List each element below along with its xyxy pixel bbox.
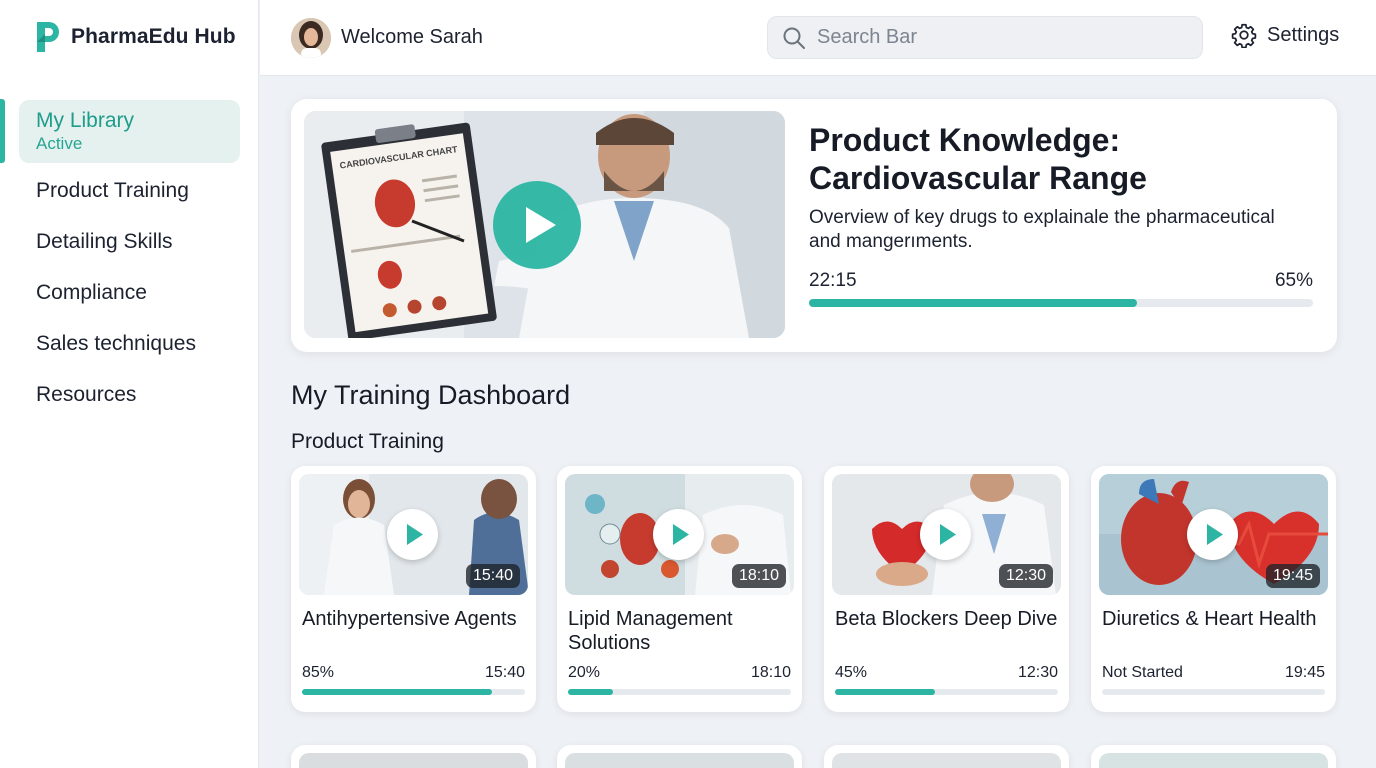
featured-thumbnail: CARDIOVASCULAR CHART <box>304 111 785 338</box>
course-thumbnail <box>299 753 528 768</box>
duration-badge: 12:30 <box>998 564 1053 588</box>
course-card[interactable] <box>824 745 1069 768</box>
course-progress-bar <box>1102 689 1325 695</box>
brand-name: PharmaEdu Hub <box>71 25 236 48</box>
course-progress-label: Not Started <box>1102 664 1183 681</box>
course-card[interactable]: 19:45 Diuretics & Heart Health Not Start… <box>1091 466 1336 712</box>
course-progress-bar <box>568 689 791 695</box>
sidebar-item-label: My Library <box>36 109 135 132</box>
dashboard-title: My Training Dashboard <box>291 380 571 410</box>
play-icon[interactable] <box>387 509 438 560</box>
course-progress-bar <box>302 689 525 695</box>
featured-duration: 22:15 <box>809 270 857 291</box>
active-indicator <box>0 99 5 163</box>
sidebar-item-product-training[interactable]: Product Training <box>36 179 189 203</box>
course-card[interactable]: 18:10 Lipid Management Solutions 20% 18:… <box>557 466 802 712</box>
play-icon[interactable] <box>653 509 704 560</box>
course-card[interactable] <box>291 745 536 768</box>
welcome-text: Welcome Sarah <box>341 26 483 48</box>
search-icon <box>783 27 805 49</box>
sidebar-item-compliance[interactable]: Compliance <box>36 281 147 305</box>
course-thumbnail: 12:30 <box>832 474 1061 595</box>
avatar-image <box>291 18 331 58</box>
settings-label: Settings <box>1267 23 1340 46</box>
sidebar-item-my-library[interactable]: My Library Active <box>19 100 240 163</box>
course-card[interactable]: 12:30 Beta Blockers Deep Dive 45% 12:30 <box>824 466 1069 712</box>
course-progress-label: 85% <box>302 664 335 681</box>
avatar[interactable] <box>291 18 331 58</box>
course-card[interactable]: 15:40 Antihypertensive Agents 85% 15:40 <box>291 466 536 712</box>
featured-course-card: CARDIOVASCULAR CHART Product Knowledge: … <box>291 99 1337 352</box>
course-progress-bar <box>835 689 1058 695</box>
featured-progress-label: 65% <box>1274 270 1313 291</box>
play-icon[interactable] <box>920 509 971 560</box>
course-title: Diuretics & Heart Health <box>1102 608 1317 630</box>
featured-progress-bar <box>809 299 1313 307</box>
duration-badge: 18:10 <box>731 564 786 588</box>
settings-button[interactable]: Settings <box>1231 22 1339 48</box>
sidebar: PharmaEdu Hub My Library Active Product … <box>0 0 259 768</box>
course-duration: 15:40 <box>484 664 525 681</box>
search-input[interactable] <box>817 17 1187 58</box>
course-duration: 18:10 <box>750 664 791 681</box>
course-thumbnail: 18:10 <box>565 474 794 595</box>
section-title: Product Training <box>291 430 444 453</box>
gear-icon <box>1231 23 1257 48</box>
course-card[interactable] <box>557 745 802 768</box>
course-thumbnail <box>565 753 794 768</box>
duration-badge: 19:45 <box>1265 564 1320 588</box>
course-progress-label: 20% <box>568 664 601 681</box>
top-bar: Welcome Sarah Settings <box>260 0 1376 76</box>
course-thumbnail <box>1099 753 1328 768</box>
course-duration: 12:30 <box>1017 664 1058 681</box>
course-progress-label: 45% <box>835 664 868 681</box>
course-thumbnail: 19:45 <box>1099 474 1328 595</box>
featured-title: Product Knowledge: Cardiovascular Range <box>809 122 1147 196</box>
course-card[interactable] <box>1091 745 1336 768</box>
play-icon[interactable] <box>1187 509 1238 560</box>
course-progress-fill <box>302 689 492 695</box>
logo-icon <box>37 22 59 52</box>
featured-video[interactable]: CARDIOVASCULAR CHART <box>304 111 785 338</box>
search-bar[interactable] <box>767 16 1203 59</box>
sidebar-item-resources[interactable]: Resources <box>36 383 136 407</box>
brand-logo[interactable]: PharmaEdu Hub <box>31 20 236 54</box>
course-duration: 19:45 <box>1284 664 1325 681</box>
course-thumbnail <box>832 753 1061 768</box>
course-title: Lipid Management Solutions <box>568 608 733 654</box>
course-title: Antihypertensive Agents <box>302 608 517 630</box>
featured-progress-fill <box>809 299 1137 307</box>
duration-badge: 15:40 <box>465 564 520 588</box>
sidebar-item-sales-techniques[interactable]: Sales techniques <box>36 332 196 356</box>
course-title: Beta Blockers Deep Dive <box>835 608 1058 630</box>
sidebar-item-status: Active <box>36 134 83 153</box>
course-thumbnail: 15:40 <box>299 474 528 595</box>
course-progress-fill <box>835 689 936 695</box>
sidebar-item-detailing-skills[interactable]: Detailing Skills <box>36 230 173 254</box>
featured-description: Overview of key drugs to explainale the … <box>809 207 1275 252</box>
course-progress-fill <box>568 689 613 695</box>
